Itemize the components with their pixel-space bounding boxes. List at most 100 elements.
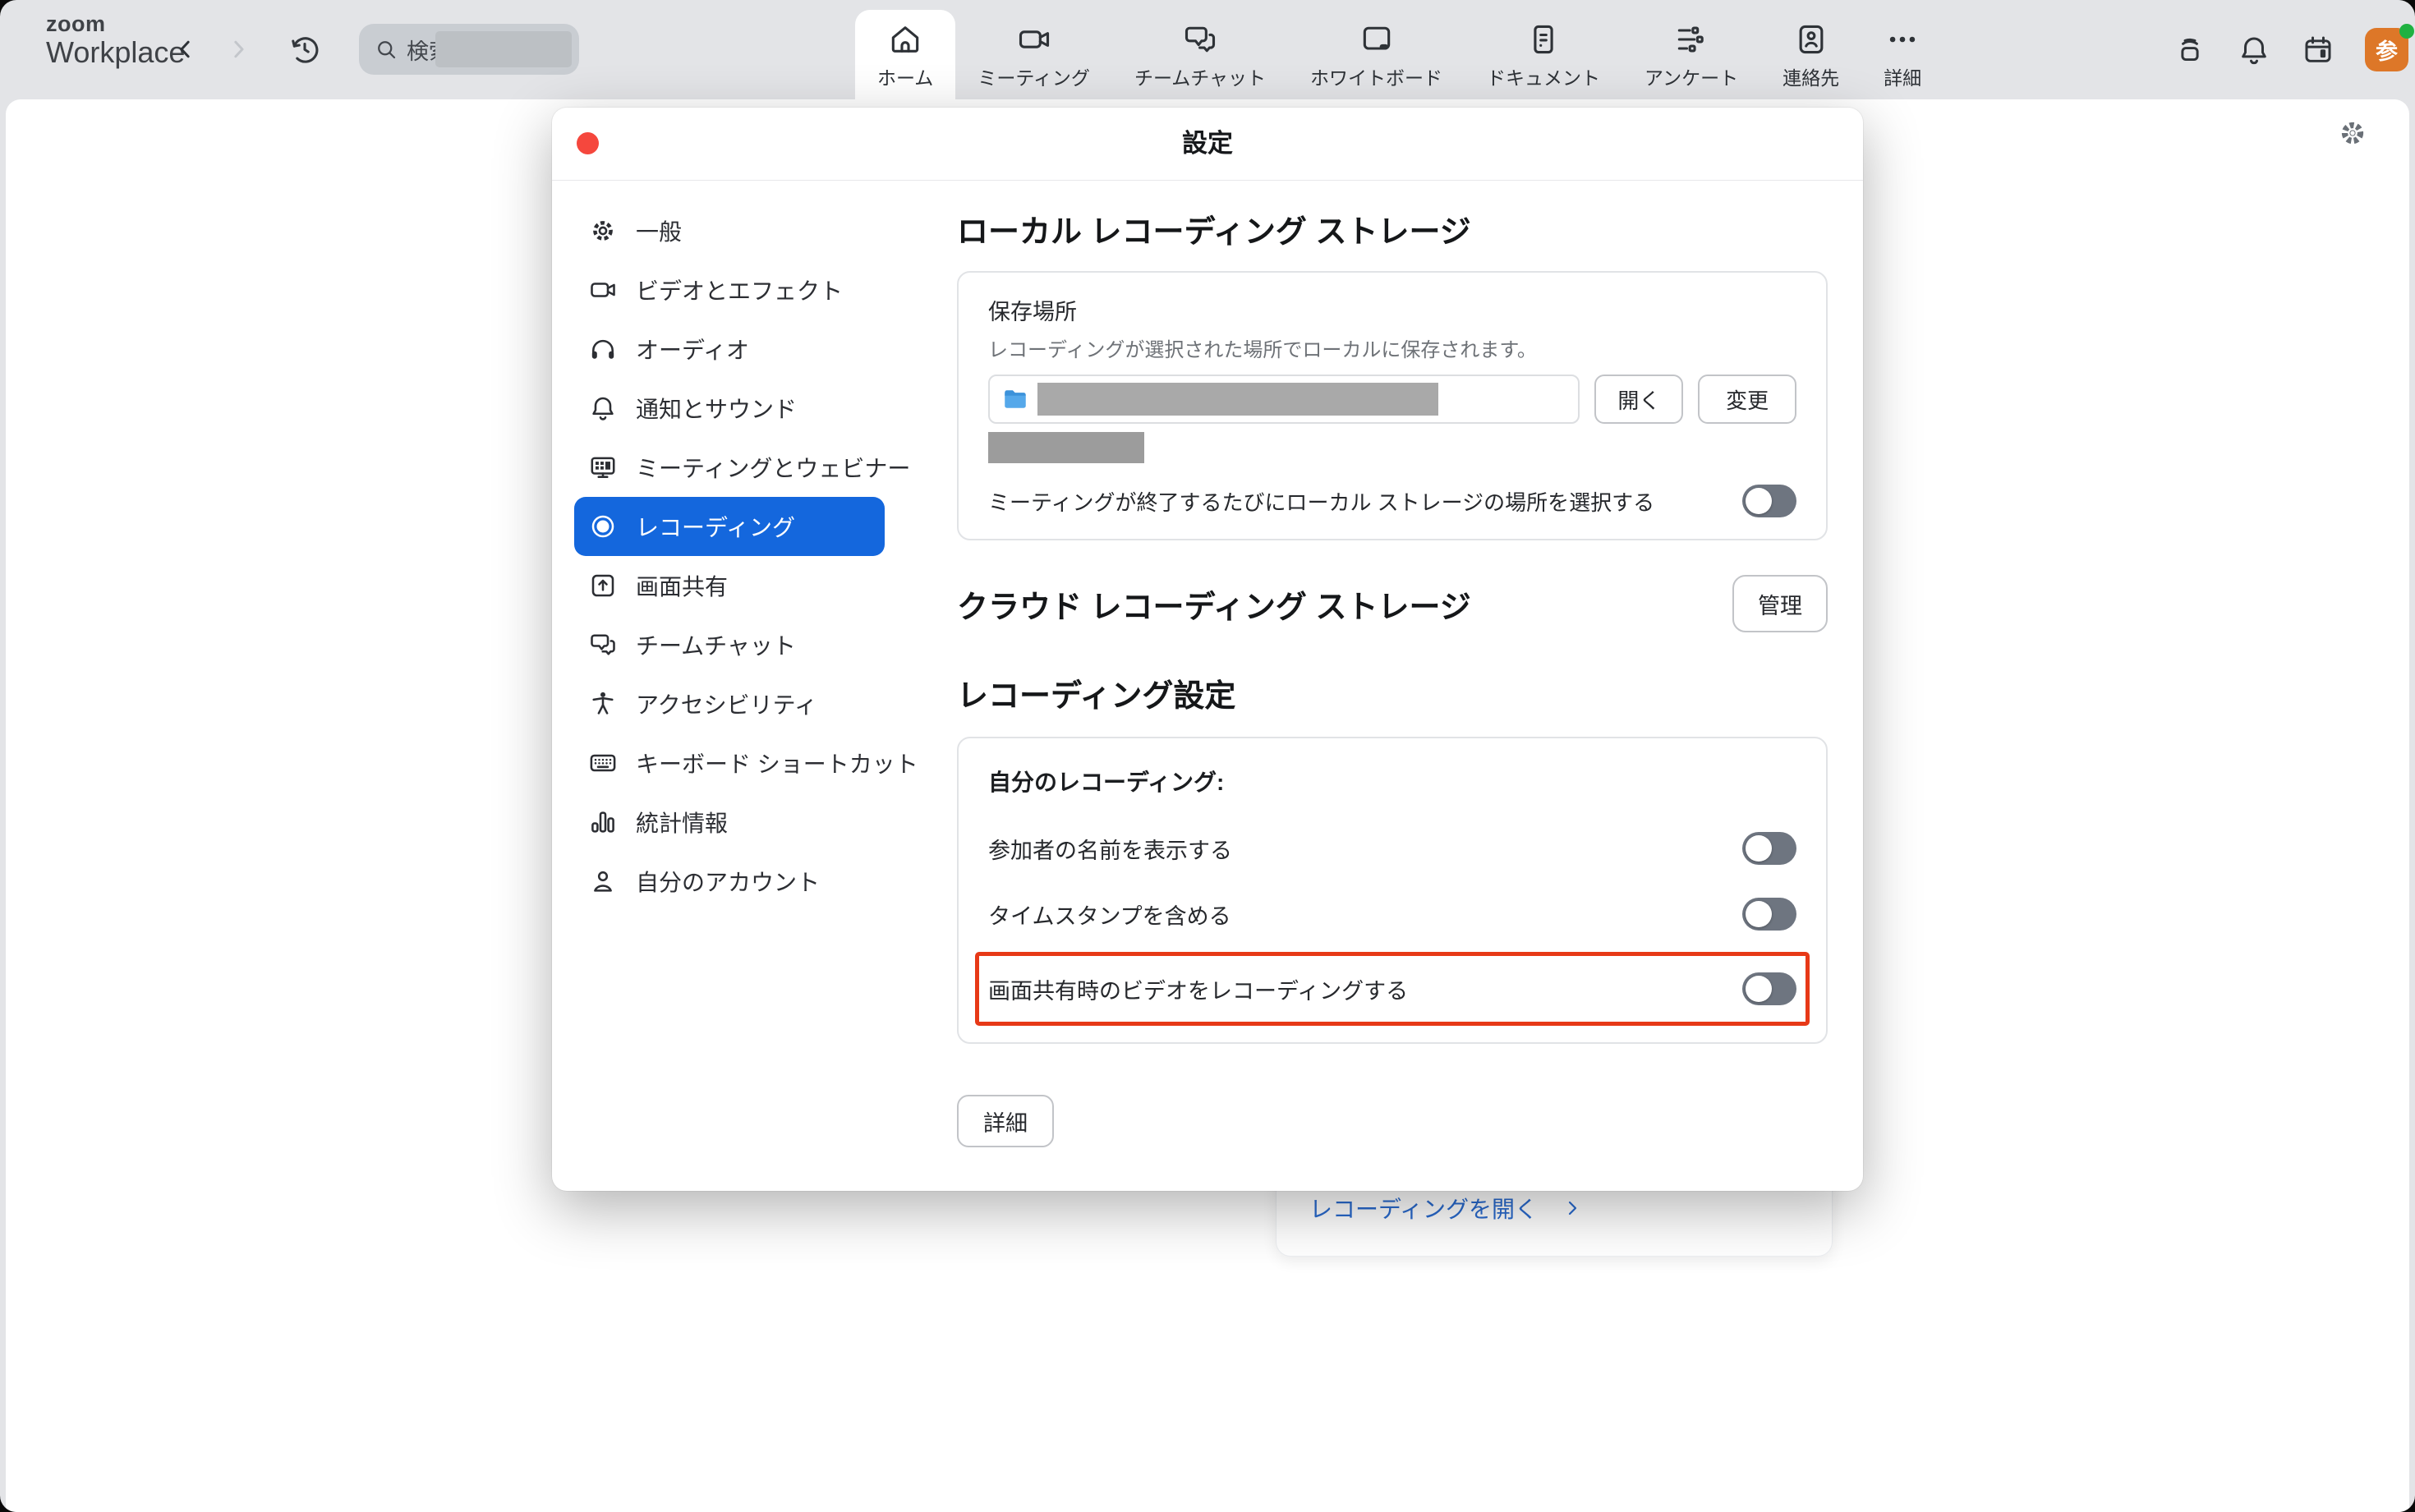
chat-bubbles-icon	[588, 630, 618, 659]
document-icon	[1525, 21, 1562, 57]
tab-label: アンケート	[1644, 62, 1738, 90]
toggle-knob	[1746, 835, 1772, 862]
tab-whiteboard[interactable]: ホワイトボード	[1288, 0, 1465, 99]
close-button[interactable]	[577, 132, 599, 154]
logo-line-zoom: zoom	[46, 13, 185, 35]
avatar-text: 参	[2376, 34, 2398, 66]
sidebar-item-general[interactable]: 一般	[574, 201, 885, 260]
tab-label: ドキュメント	[1487, 62, 1600, 90]
tab-home[interactable]: ホーム	[855, 10, 955, 99]
page-settings-gear-icon[interactable]	[2337, 117, 2368, 149]
sidebar-item-recording[interactable]: レコーディング	[574, 497, 885, 556]
sidebar-item-label: 画面共有	[636, 569, 728, 602]
local-storage-heading: ローカル レコーディング ストレージ	[957, 206, 1828, 251]
sidebar-item-team-chat[interactable]: チームチャット	[574, 615, 885, 674]
settings-dialog: 設定 一般 ビデオとエフェクト オーディオ 通知とサウンド	[552, 108, 1863, 1191]
choose-location-label: ミーティングが終了するたびにローカル ストレージの場所を選択する	[988, 486, 1654, 517]
meeting-screen-icon	[588, 453, 618, 482]
connect-device-icon[interactable]	[2173, 33, 2207, 67]
include-timestamp-row: タイムスタンプを含める	[988, 881, 1796, 947]
sidebar-item-meetings-webinars[interactable]: ミーティングとウェビナー	[574, 438, 885, 497]
manage-button[interactable]: 管理	[1732, 575, 1828, 632]
person-icon	[588, 866, 618, 896]
search-input[interactable]: 検索	[359, 24, 579, 75]
chevron-left-icon	[173, 37, 198, 62]
headphones-icon	[588, 334, 618, 364]
open-button[interactable]: 開く	[1594, 375, 1683, 424]
show-participant-names-toggle[interactable]	[1742, 832, 1796, 865]
tab-label: ホワイトボード	[1310, 62, 1442, 90]
sidebar-item-label: キーボード ショートカット	[636, 747, 918, 779]
chat-bubbles-icon	[1182, 21, 1218, 57]
sidebar-item-statistics[interactable]: 統計情報	[574, 793, 885, 852]
nav-forward-button[interactable]	[220, 28, 256, 71]
contacts-icon	[1793, 21, 1829, 57]
recording-settings-card: 自分のレコーディング: 参加者の名前を表示する タイムスタンプを含める 画面共有…	[957, 737, 1828, 1044]
folder-icon	[1001, 385, 1029, 413]
settings-main-panel: ローカル レコーディング ストレージ 保存場所 レコーディングが選択された場所で…	[957, 180, 1828, 1147]
change-button[interactable]: 変更	[1698, 375, 1796, 424]
ellipsis-icon	[1884, 21, 1920, 57]
nav-back-button[interactable]	[168, 28, 204, 71]
tab-team-chat[interactable]: チームチャット	[1112, 0, 1288, 99]
sidebar-item-screen-share[interactable]: 画面共有	[574, 556, 885, 615]
tab-label: ミーティング	[978, 62, 1090, 90]
include-timestamp-toggle[interactable]	[1742, 898, 1796, 931]
search-redaction	[435, 31, 572, 67]
record-video-during-share-row: 画面共有時のビデオをレコーディングする	[988, 956, 1796, 1022]
advanced-button[interactable]: 詳細	[957, 1095, 1054, 1147]
zoom-workplace-window: zoom Workplace 検索 ホーム	[0, 0, 2415, 1512]
top-right-actions: 参	[2173, 0, 2408, 99]
survey-icon	[1673, 21, 1709, 57]
show-participant-names-row: 参加者の名前を表示する	[988, 816, 1796, 881]
whiteboard-icon	[1359, 21, 1395, 57]
local-storage-card: 保存場所 レコーディングが選択された場所でローカルに保存されます。 開く 変更 …	[957, 271, 1828, 540]
tab-label: 詳細	[1884, 62, 1921, 90]
storage-path-field[interactable]	[988, 375, 1580, 424]
logo-line-workplace: Workplace	[46, 38, 185, 67]
tab-label: 連絡先	[1782, 62, 1839, 90]
sidebar-item-label: 自分のアカウント	[636, 865, 820, 898]
sidebar-item-accessibility[interactable]: アクセシビリティ	[574, 674, 885, 733]
choose-location-row: ミーティングが終了するたびにローカル ストレージの場所を選択する	[988, 485, 1796, 517]
sidebar-item-label: チームチャット	[636, 628, 796, 661]
save-location-label: 保存場所	[988, 294, 1796, 326]
sidebar-item-label: 一般	[636, 214, 682, 247]
sidebar-item-label: 通知とサウンド	[636, 392, 797, 425]
home-page-content: レコーディングを開く 設定 一般 ビデオとエフェクト	[6, 99, 2409, 1512]
top-bar: zoom Workplace 検索 ホーム	[0, 0, 2415, 99]
history-button[interactable]	[286, 30, 325, 70]
accessibility-icon	[588, 689, 618, 719]
sidebar-item-video-effects[interactable]: ビデオとエフェクト	[574, 260, 885, 319]
share-screen-icon	[588, 571, 618, 600]
save-location-description: レコーディングが選択された場所でローカルに保存されます。	[988, 333, 1796, 362]
sidebar-item-label: ミーティングとウェビナー	[636, 451, 910, 484]
tab-docs[interactable]: ドキュメント	[1465, 0, 1622, 99]
sidebar-item-my-account[interactable]: 自分のアカウント	[574, 852, 885, 911]
tab-meetings[interactable]: ミーティング	[955, 0, 1112, 99]
tab-more[interactable]: 詳細	[1861, 0, 1944, 99]
choose-location-toggle[interactable]	[1742, 485, 1796, 517]
calendar-icon[interactable]	[2301, 33, 2335, 67]
notifications-bell-icon[interactable]	[2237, 33, 2271, 67]
search-icon	[374, 37, 398, 62]
tab-label: チームチャット	[1134, 62, 1266, 90]
dialog-header: 設定	[552, 108, 1863, 181]
open-recordings-link[interactable]: レコーディングを開く	[1309, 1192, 1582, 1225]
save-location-row: 開く 変更	[988, 375, 1796, 424]
tab-label: ホーム	[877, 62, 933, 90]
tab-contacts[interactable]: 連絡先	[1760, 0, 1861, 99]
sidebar-item-notifications[interactable]: 通知とサウンド	[574, 379, 885, 438]
my-recordings-label: 自分のレコーディング:	[988, 765, 1796, 797]
sidebar-item-keyboard-shortcuts[interactable]: キーボード ショートカット	[574, 733, 885, 793]
recording-settings-heading: レコーディング設定	[957, 670, 1828, 715]
sidebar-item-audio[interactable]: オーディオ	[574, 319, 885, 379]
home-icon	[887, 21, 923, 57]
cloud-storage-heading: クラウド レコーディング ストレージ	[957, 581, 1471, 627]
gear-icon	[588, 216, 618, 246]
record-video-during-share-toggle[interactable]	[1742, 972, 1796, 1005]
avatar[interactable]: 参	[2365, 28, 2408, 71]
storage-info-redaction	[988, 432, 1144, 463]
cloud-storage-row: クラウド レコーディング ストレージ 管理	[957, 575, 1828, 632]
tab-surveys[interactable]: アンケート	[1622, 0, 1760, 99]
